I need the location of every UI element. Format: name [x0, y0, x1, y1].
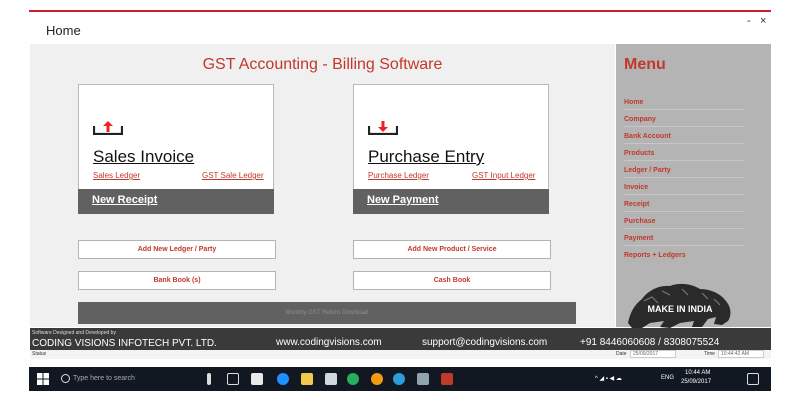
- phone-numbers: +91 8446060608 / 8308075524: [580, 337, 720, 348]
- menu-divider: [624, 211, 744, 212]
- bank-book-button[interactable]: Bank Book (s): [78, 271, 276, 290]
- new-payment-bar[interactable]: New Payment: [353, 189, 549, 214]
- sales-ledger-link[interactable]: Sales Ledger: [93, 171, 140, 180]
- website-text: www.codingvisions.com: [276, 337, 382, 348]
- date-label: Date: [616, 351, 627, 357]
- purchase-entry-title[interactable]: Purchase Entry: [368, 147, 484, 167]
- cortana-icon: [61, 374, 70, 383]
- menu-divider: [624, 177, 744, 178]
- support-email: support@codingvisions.com: [422, 337, 548, 348]
- status-label: Status: [32, 351, 47, 357]
- company-name: CODING VISIONS INFOTECH PVT. LTD.: [32, 338, 217, 349]
- menu-divider: [624, 245, 744, 246]
- side-menu: Menu Home Company Bank Account Products …: [616, 44, 771, 328]
- menu-title: Menu: [624, 56, 666, 73]
- designed-by-label: Software Designed and Developed by: [32, 330, 116, 336]
- taskbar-search-box[interactable]: Type here to search: [59, 370, 229, 388]
- skype-icon[interactable]: [393, 373, 405, 385]
- add-ledger-button[interactable]: Add New Ledger / Party: [78, 240, 276, 259]
- close-button[interactable]: ×: [760, 15, 766, 27]
- menu-item-payment[interactable]: Payment: [624, 235, 653, 242]
- download-tray-icon: [368, 121, 398, 135]
- menu-item-company[interactable]: Company: [624, 116, 656, 123]
- menu-item-reports-ledgers[interactable]: Reports + Ledgers: [624, 252, 686, 259]
- app-title: GST Accounting - Billing Software: [202, 56, 443, 73]
- car-app-icon[interactable]: [251, 373, 263, 385]
- menu-divider: [624, 160, 744, 161]
- app-window: Home - × GST Accounting - Billing Softwa…: [29, 10, 771, 370]
- title-bar: Home - ×: [29, 12, 771, 42]
- make-in-india-text: MAKE IN INDIA: [648, 304, 714, 314]
- purchase-entry-card[interactable]: Purchase Entry Purchase Ledger GST Input…: [353, 84, 549, 214]
- menu-divider: [624, 194, 744, 195]
- new-payment-label[interactable]: New Payment: [367, 194, 439, 206]
- edge-browser-icon[interactable]: [277, 373, 289, 385]
- menu-divider: [624, 228, 744, 229]
- menu-item-home[interactable]: Home: [624, 99, 643, 106]
- menu-item-invoice[interactable]: Invoice: [624, 184, 648, 191]
- make-in-india-lion-logo: MAKE IN INDIA: [628, 283, 731, 328]
- main-content: GST Accounting - Billing Software Sales …: [30, 44, 615, 327]
- menu-item-receipt[interactable]: Receipt: [624, 201, 649, 208]
- new-receipt-bar[interactable]: New Receipt: [78, 189, 274, 214]
- date-field[interactable]: 25/09/2017: [630, 350, 676, 358]
- os-taskbar: Type here to search ^ ◢ ▪ ◀ ☁ ENG 10:44 …: [29, 367, 771, 391]
- menu-divider: [624, 126, 744, 127]
- status-bar: Status Date 25/09/2017 Time 10:44:42 AM: [30, 350, 771, 359]
- windows-start-icon[interactable]: [37, 373, 49, 385]
- app-icon[interactable]: [417, 373, 429, 385]
- file-explorer-icon[interactable]: [301, 373, 313, 385]
- cash-book-button[interactable]: Cash Book: [353, 271, 551, 290]
- system-tray-icons[interactable]: ^ ◢ ▪ ◀ ☁: [595, 375, 622, 382]
- notification-center-icon[interactable]: [747, 373, 759, 385]
- language-indicator[interactable]: ENG: [661, 375, 674, 381]
- microphone-icon[interactable]: [207, 373, 211, 385]
- menu-item-purchase[interactable]: Purchase: [624, 218, 656, 225]
- new-receipt-label[interactable]: New Receipt: [92, 194, 157, 206]
- add-product-button[interactable]: Add New Product / Service: [353, 240, 551, 259]
- time-field[interactable]: 10:44:42 AM: [718, 350, 764, 358]
- whatsapp-icon[interactable]: [347, 373, 359, 385]
- taskbar-clock-date[interactable]: 25/09/2017: [681, 379, 711, 385]
- menu-divider: [624, 109, 744, 110]
- menu-item-bank-account[interactable]: Bank Account: [624, 133, 671, 140]
- window-title: Home: [46, 23, 81, 38]
- sales-invoice-card[interactable]: Sales Invoice Sales Ledger GST Sale Ledg…: [78, 84, 274, 214]
- menu-divider: [624, 143, 744, 144]
- menu-item-products[interactable]: Products: [624, 150, 654, 157]
- sales-invoice-title[interactable]: Sales Invoice: [93, 147, 194, 167]
- time-label: Time: [704, 351, 715, 357]
- menu-item-ledger-party[interactable]: Ledger / Party: [624, 167, 671, 174]
- upload-tray-icon: [93, 121, 123, 135]
- taskbar-clock-time[interactable]: 10:44 AM: [685, 370, 710, 376]
- gst-input-ledger-link[interactable]: GST Input Ledger: [472, 171, 535, 180]
- taskbar-search-placeholder: Type here to search: [73, 375, 135, 382]
- purchase-ledger-link[interactable]: Purchase Ledger: [368, 171, 429, 180]
- footer-bar: Software Designed and Developed by CODIN…: [30, 328, 771, 350]
- gst-sale-ledger-link[interactable]: GST Sale Ledger: [202, 171, 264, 180]
- calculator-icon[interactable]: [325, 373, 337, 385]
- minimize-button[interactable]: -: [747, 15, 751, 27]
- billing-app-icon[interactable]: [441, 373, 453, 385]
- chrome-browser-icon[interactable]: [371, 373, 383, 385]
- task-view-icon[interactable]: [227, 373, 239, 385]
- gst-return-download-button[interactable]: Monthly GST Return Download: [78, 302, 576, 324]
